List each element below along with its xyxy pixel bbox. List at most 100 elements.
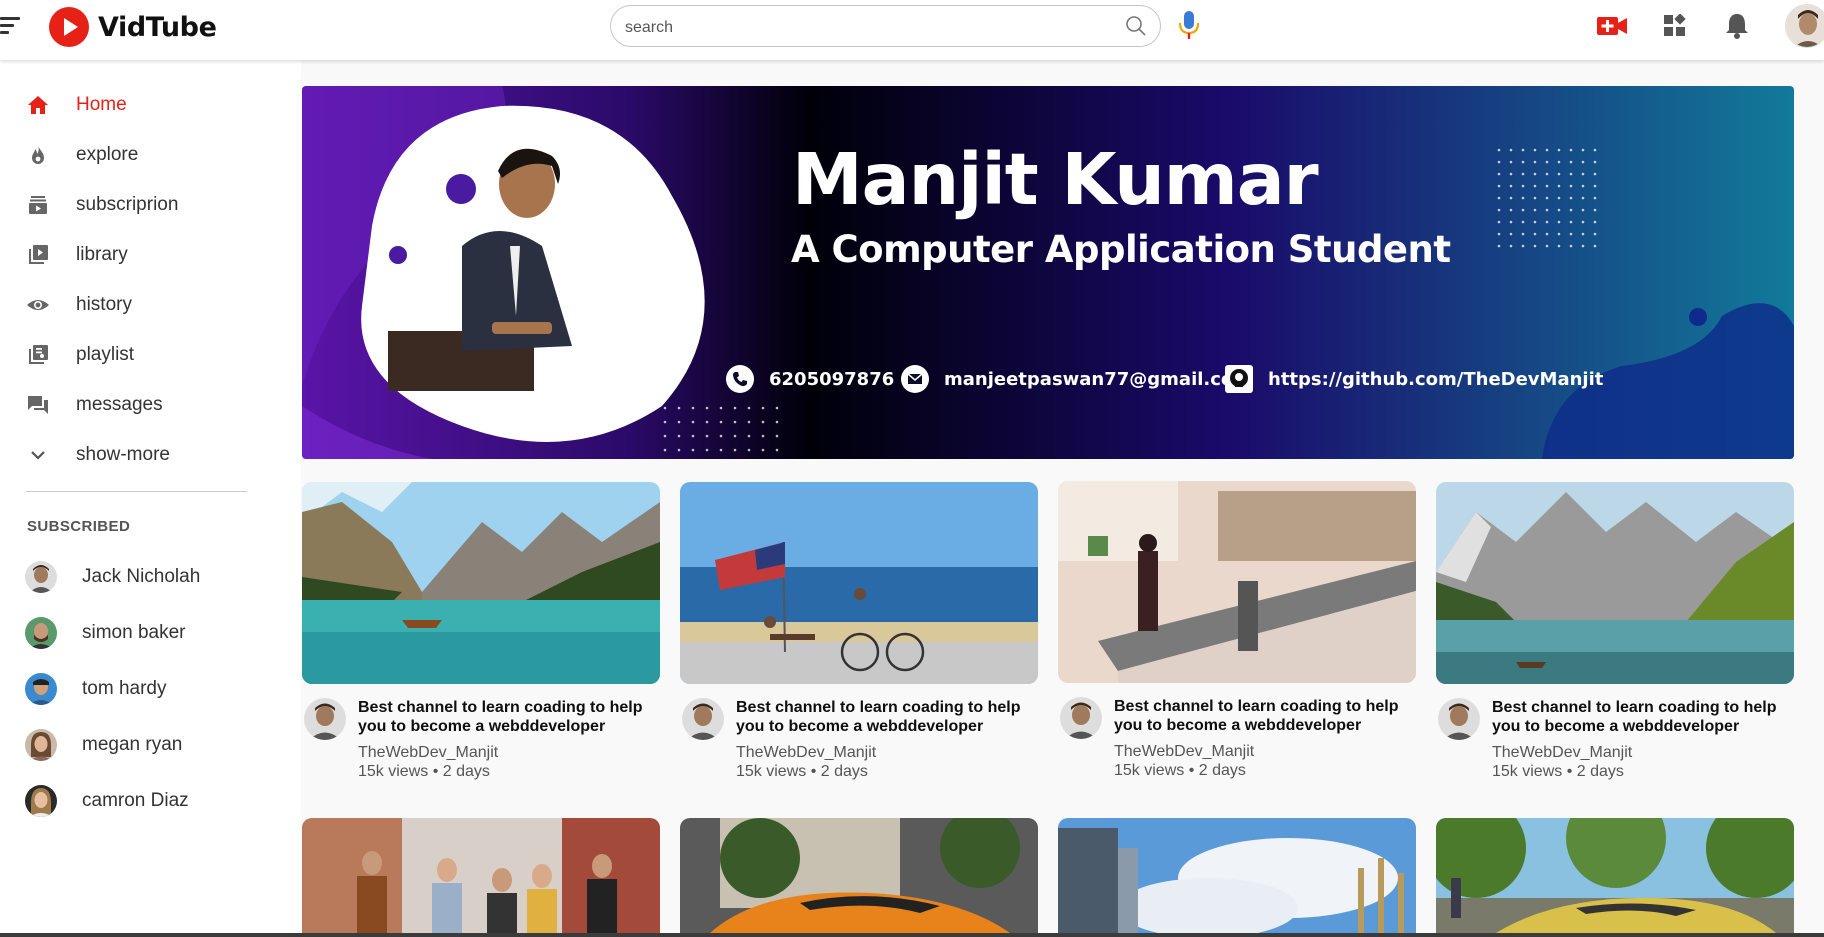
video-thumbnail[interactable] xyxy=(1058,818,1416,933)
github-url: https://github.com/TheDevManjit xyxy=(1268,368,1604,390)
subscription-name: Jack Nicholah xyxy=(82,566,201,587)
channel-avatar[interactable] xyxy=(682,698,724,740)
user-avatar[interactable] xyxy=(1785,4,1824,48)
email-address: manjeetpaswan77@gmail.com xyxy=(944,368,1253,390)
chevron-down-icon xyxy=(26,443,50,467)
channel-name[interactable]: TheWebDev_Manjit xyxy=(358,744,498,762)
sidebar-item-playlist[interactable]: playlist xyxy=(0,332,301,378)
main-content: Manjit Kumar A Computer Application Stud… xyxy=(301,60,1824,937)
video-thumbnail[interactable] xyxy=(1436,818,1794,933)
channel-avatar[interactable] xyxy=(1438,698,1480,740)
sidebar: Home explore subscriprion library histor… xyxy=(0,60,301,937)
flame-icon xyxy=(26,143,50,167)
avatar xyxy=(25,617,57,649)
sidebar-item-history[interactable]: history xyxy=(0,282,301,328)
banner-email: manjeetpaswan77@gmail.com xyxy=(900,364,1252,394)
apps-icon[interactable] xyxy=(1663,13,1687,43)
avatar xyxy=(25,673,57,705)
avatar xyxy=(25,561,57,593)
playlist-icon xyxy=(26,343,50,367)
channel-banner[interactable]: Manjit Kumar A Computer Application Stud… xyxy=(302,86,1794,459)
video-thumbnail[interactable] xyxy=(1058,481,1416,683)
search-input[interactable] xyxy=(625,17,1085,39)
subscriptions-icon xyxy=(26,193,50,217)
video-title[interactable]: Best channel to learn coading to help yo… xyxy=(736,698,1036,736)
microphone-icon[interactable] xyxy=(1175,9,1203,46)
channel-name[interactable]: TheWebDev_Manjit xyxy=(1492,744,1632,762)
play-logo-icon xyxy=(49,7,89,47)
sidebar-item-label: Home xyxy=(76,94,127,115)
notification-bell-icon[interactable] xyxy=(1725,12,1749,45)
sidebar-divider xyxy=(26,491,247,492)
sidebar-item-library[interactable]: library xyxy=(0,232,301,278)
app-name: VidTube xyxy=(98,11,217,43)
video-card[interactable] xyxy=(680,818,1038,933)
video-card[interactable] xyxy=(1058,818,1416,933)
search-bar xyxy=(610,5,1161,47)
subscription-item[interactable]: Jack Nicholah xyxy=(0,552,301,602)
banner-name: Manjit Kumar xyxy=(792,138,1319,221)
logo[interactable]: VidTube xyxy=(49,7,217,47)
banner-phone: 6205097876 xyxy=(725,364,894,394)
sidebar-item-label: history xyxy=(76,294,132,315)
sidebar-item-label: playlist xyxy=(76,344,135,365)
video-card[interactable]: Best channel to learn coading to help yo… xyxy=(1058,481,1416,779)
subscription-item[interactable]: tom hardy xyxy=(0,664,301,714)
avatar xyxy=(25,785,57,817)
banner-github: https://github.com/TheDevManjit xyxy=(1224,364,1603,394)
video-thumbnail[interactable] xyxy=(302,818,660,933)
phone-icon xyxy=(725,364,755,394)
github-icon xyxy=(1224,364,1254,394)
top-bar: VidTube xyxy=(0,0,1824,60)
sidebar-item-label: messages xyxy=(76,394,163,415)
video-card[interactable]: Best channel to learn coading to help yo… xyxy=(302,482,660,780)
sidebar-item-label: explore xyxy=(76,144,139,165)
channel-name[interactable]: TheWebDev_Manjit xyxy=(1114,743,1254,761)
video-card[interactable] xyxy=(1436,818,1794,933)
search-icon[interactable] xyxy=(1125,15,1147,42)
video-card[interactable]: Best channel to learn coading to help yo… xyxy=(680,482,1038,780)
sidebar-item-show-more[interactable]: show-more xyxy=(0,432,301,478)
subscription-item[interactable]: simon baker xyxy=(0,608,301,658)
channel-avatar[interactable] xyxy=(1060,697,1102,739)
video-add-icon[interactable] xyxy=(1596,13,1628,44)
video-thumbnail[interactable] xyxy=(1436,482,1794,684)
video-title[interactable]: Best channel to learn coading to help yo… xyxy=(358,698,658,736)
subscription-name: tom hardy xyxy=(82,678,167,699)
hamburger-menu-icon[interactable] xyxy=(0,14,22,36)
email-icon xyxy=(900,364,930,394)
bottom-edge xyxy=(0,933,1824,937)
video-meta: 15k views • 2 days xyxy=(736,763,868,780)
sidebar-item-subscription[interactable]: subscriprion xyxy=(0,182,301,228)
subscription-name: simon baker xyxy=(82,622,186,643)
video-meta: 15k views • 2 days xyxy=(358,763,490,780)
avatar xyxy=(25,729,57,761)
video-thumbnail[interactable] xyxy=(680,482,1038,684)
subscription-item[interactable]: camron Diaz xyxy=(0,776,301,826)
phone-number: 6205097876 xyxy=(769,368,895,390)
video-title[interactable]: Best channel to learn coading to help yo… xyxy=(1492,698,1792,736)
subscription-name: megan ryan xyxy=(82,734,183,755)
library-icon xyxy=(26,243,50,267)
video-meta: 15k views • 2 days xyxy=(1492,763,1624,780)
sidebar-item-label: subscriprion xyxy=(76,194,179,215)
sidebar-item-home[interactable]: Home xyxy=(0,82,301,128)
eye-icon xyxy=(26,293,50,317)
sidebar-item-label: show-more xyxy=(76,444,170,465)
chat-icon xyxy=(26,393,50,417)
subscription-item[interactable]: megan ryan xyxy=(0,720,301,770)
banner-subtitle: A Computer Application Student xyxy=(791,228,1451,271)
sidebar-item-messages[interactable]: messages xyxy=(0,382,301,428)
sidebar-item-label: library xyxy=(76,244,128,265)
video-card[interactable]: Best channel to learn coading to help yo… xyxy=(1436,482,1794,780)
channel-name[interactable]: TheWebDev_Manjit xyxy=(736,744,876,762)
video-card[interactable] xyxy=(302,818,660,933)
video-title[interactable]: Best channel to learn coading to help yo… xyxy=(1114,697,1414,735)
video-thumbnail[interactable] xyxy=(680,818,1038,933)
subscribed-heading: SUBSCRIBED xyxy=(27,518,131,535)
video-thumbnail[interactable] xyxy=(302,482,660,684)
subscription-name: camron Diaz xyxy=(82,790,189,811)
sidebar-item-explore[interactable]: explore xyxy=(0,132,301,178)
home-icon xyxy=(26,93,50,117)
channel-avatar[interactable] xyxy=(304,698,346,740)
